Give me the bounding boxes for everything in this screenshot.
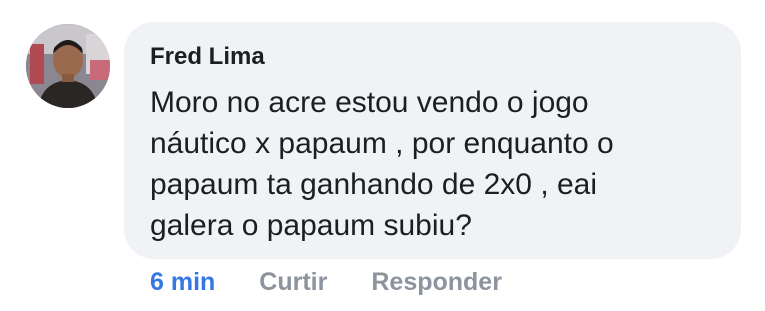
reply-button[interactable]: Responder — [371, 265, 502, 299]
timestamp-link[interactable]: 6 min — [150, 265, 215, 299]
user-avatar-photo-icon — [26, 24, 110, 108]
avatar[interactable] — [26, 24, 110, 108]
like-button[interactable]: Curtir — [259, 265, 327, 299]
author-name[interactable]: Fred Lima — [150, 42, 717, 72]
comment-text-line: galera o papaum subiu? — [150, 209, 472, 242]
comment-text-line: Moro no acre estou vendo o jogo — [150, 86, 589, 119]
comment-bubble: Fred Lima Moro no acre estou vendo o jog… — [124, 22, 741, 259]
comment-text-line: papaum ta ganhando de 2x0 , eai — [150, 168, 598, 201]
comment-actions: 6 min Curtir Responder — [150, 265, 502, 299]
comment-text: Moro no acre estou vendo o jogo náutico … — [150, 82, 690, 246]
comment-text-line: náutico x papaum , por enquanto o — [150, 127, 614, 160]
comment: Fred Lima Moro no acre estou vendo o jog… — [0, 0, 765, 311]
